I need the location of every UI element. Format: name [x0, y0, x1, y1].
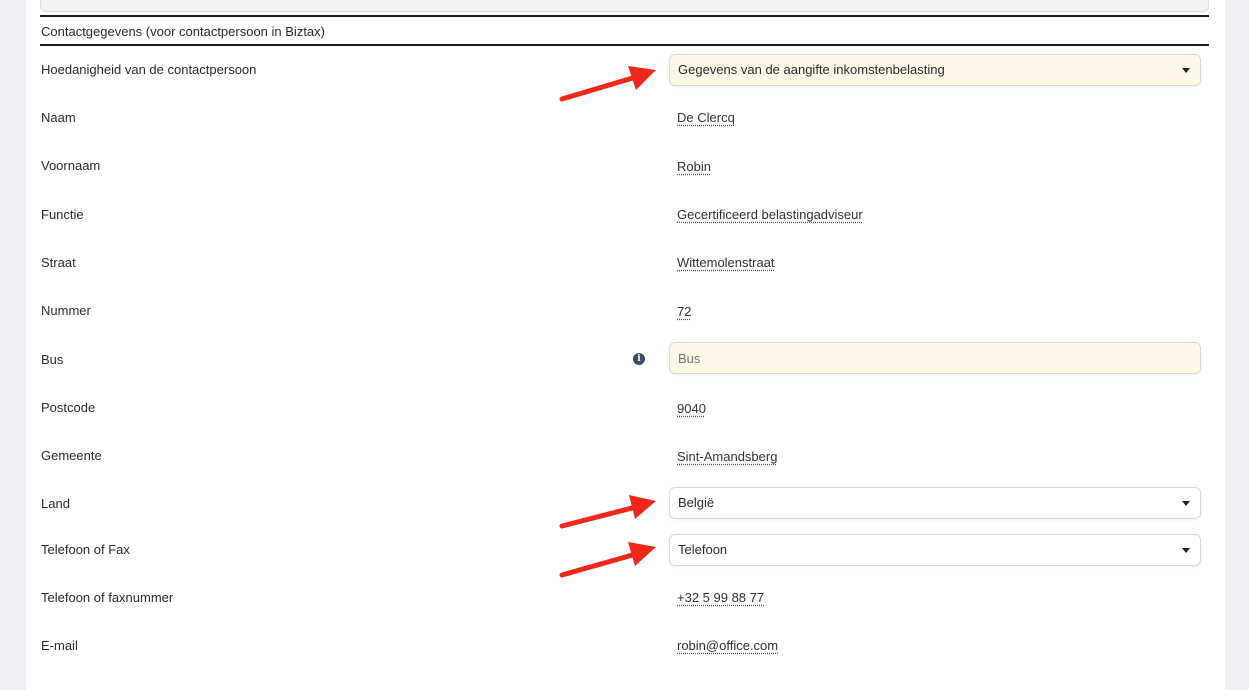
telefoon-of-fax-select-value: Telefoon: [678, 542, 728, 557]
voornaam-value[interactable]: Robin: [677, 159, 711, 174]
email-value[interactable]: robin@office.com: [677, 638, 778, 653]
caret-down-icon: [1182, 548, 1190, 553]
naam-label: Naam: [41, 110, 76, 125]
info-icon[interactable]: i: [633, 353, 645, 365]
telefoon-of-fax-select[interactable]: Telefoon: [669, 534, 1201, 566]
land-select-value: België: [678, 495, 715, 510]
gemeente-label: Gemeente: [41, 448, 102, 463]
telefoonnummer-label: Telefoon of faxnummer: [41, 590, 174, 605]
section-divider-top: [40, 15, 1209, 17]
previous-section-edge: [40, 0, 1209, 12]
hoedanigheid-select[interactable]: Gegevens van de aangifte inkomstenbelast…: [669, 54, 1201, 86]
annotation-arrow-icon: [559, 542, 656, 578]
section-divider-bottom: [40, 44, 1209, 46]
annotation-arrow-icon: [559, 66, 656, 102]
nummer-label: Nummer: [41, 303, 91, 318]
hoedanigheid-label: Hoedanigheid van de contactpersoon: [41, 62, 257, 77]
gemeente-value[interactable]: Sint-Amandsberg: [677, 449, 777, 464]
voornaam-label: Voornaam: [41, 158, 101, 173]
land-select[interactable]: België: [669, 487, 1201, 519]
land-label: Land: [41, 496, 70, 511]
postcode-label: Postcode: [41, 400, 96, 415]
functie-label: Functie: [41, 207, 84, 222]
hoedanigheid-select-value: Gegevens van de aangifte inkomstenbelast…: [678, 62, 945, 77]
email-label: E-mail: [41, 638, 78, 653]
functie-value[interactable]: Gecertificeerd belastingadviseur: [677, 207, 863, 222]
annotation-arrow-icon: [559, 495, 656, 529]
caret-down-icon: [1182, 501, 1190, 506]
nummer-value[interactable]: 72: [677, 304, 691, 319]
postcode-value[interactable]: 9040: [677, 401, 706, 416]
bus-label: Bus: [41, 352, 64, 367]
bus-input[interactable]: [669, 342, 1201, 374]
caret-down-icon: [1182, 68, 1190, 73]
telefoon-of-fax-label: Telefoon of Fax: [41, 542, 130, 557]
naam-value[interactable]: De Clercq: [677, 110, 735, 125]
telefoonnummer-value[interactable]: +32 5 99 88 77: [677, 590, 764, 605]
section-title: Contactgegevens (voor contactpersoon in …: [41, 24, 325, 39]
straat-value[interactable]: Wittemolenstraat: [677, 255, 775, 270]
straat-label: Straat: [41, 255, 76, 270]
